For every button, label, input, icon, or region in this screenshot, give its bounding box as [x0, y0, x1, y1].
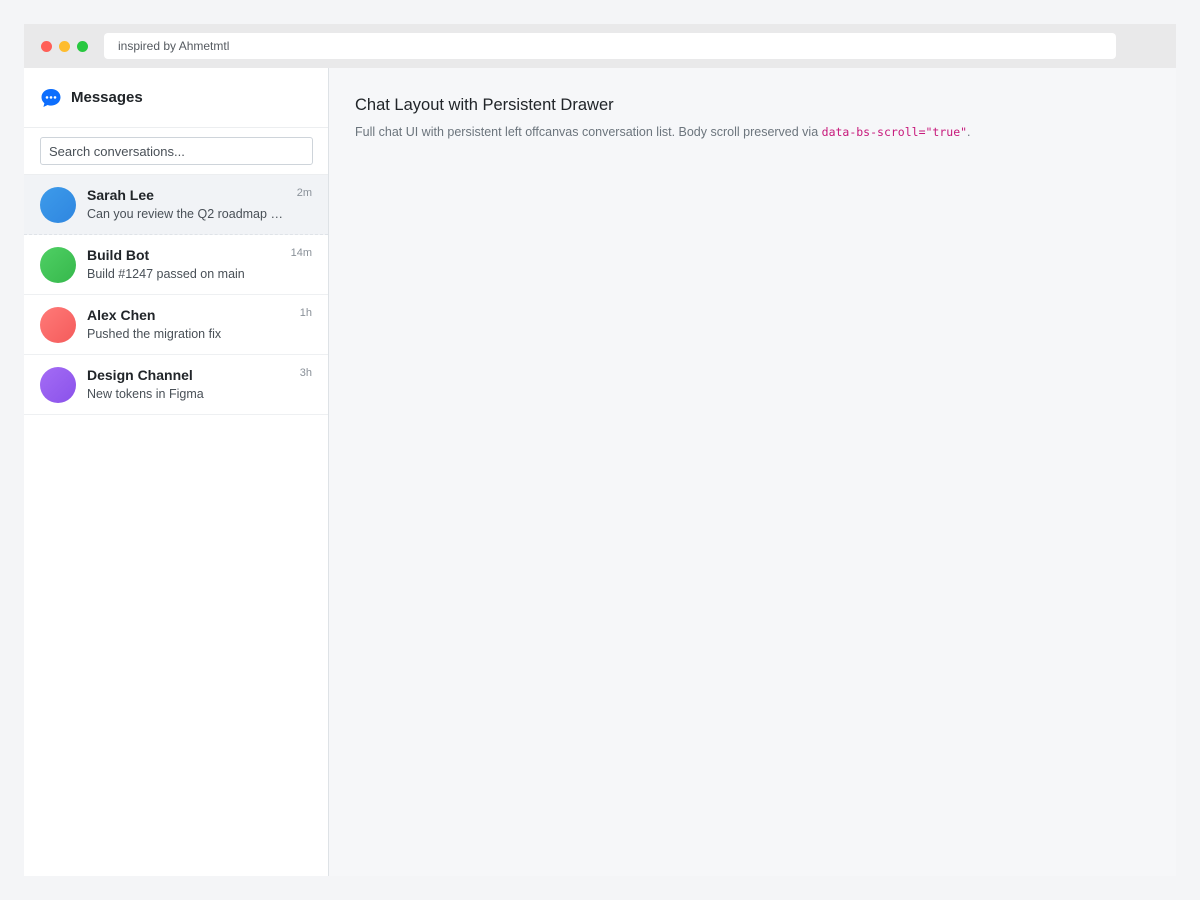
avatar — [40, 246, 76, 283]
conversation-name: Alex Chen — [87, 307, 156, 323]
search-input[interactable] — [40, 137, 313, 165]
conversation-timestamp: 1h — [299, 307, 312, 319]
description-text: Full chat UI with persistent left offcan… — [355, 125, 822, 139]
description-code: data-bs-scroll="true" — [821, 125, 968, 139]
main-content: Chat Layout with Persistent Drawer Full … — [329, 68, 1176, 876]
description-suffix: . — [967, 125, 971, 139]
chat-bubble-icon — [40, 87, 62, 109]
maximize-window-button[interactable] — [77, 40, 88, 52]
avatar — [40, 186, 76, 223]
conversation-item[interactable]: Build Bot Build #1247 passed on main 14m — [24, 235, 328, 295]
avatar — [40, 366, 76, 403]
conversation-text: Alex Chen Pushed the migration fix — [87, 306, 287, 343]
conversation-timestamp: 3h — [299, 367, 312, 379]
conversation-preview: Build #1247 passed on main — [87, 267, 245, 281]
conversation-drawer: Messages Sarah Lee Can you review the Q2 … — [24, 68, 329, 876]
drawer-header: Messages — [24, 68, 328, 128]
conversation-text: Build Bot Build #1247 passed on main — [87, 246, 287, 283]
conversation-name: Sarah Lee — [87, 187, 154, 203]
conversation-preview: Pushed the migration fix — [87, 327, 222, 341]
conversation-name: Build Bot — [87, 247, 150, 263]
conversation-item[interactable]: Design Channel New tokens in Figma 3h — [24, 355, 328, 415]
page-title: Chat Layout with Persistent Drawer — [355, 96, 614, 114]
avatar — [40, 306, 76, 343]
page-description: Full chat UI with persistent left offcan… — [355, 125, 1150, 139]
minimize-window-button[interactable] — [59, 40, 70, 52]
conversation-list: Sarah Lee Can you review the Q2 roadmap b… — [24, 175, 328, 415]
address-bar[interactable]: inspired by Ahmetmtl — [104, 33, 1116, 59]
conversation-item[interactable]: Sarah Lee Can you review the Q2 roadmap b… — [24, 175, 328, 235]
drawer-title: Messages — [71, 89, 143, 106]
conversation-preview: Can you review the Q2 roadmap b... — [87, 207, 287, 221]
browser-window: inspired by Ahmetmtl Messages Sarah Lee C… — [24, 24, 1176, 876]
search-container — [24, 128, 328, 175]
conversation-text: Design Channel New tokens in Figma — [87, 366, 287, 403]
conversation-preview: New tokens in Figma — [87, 387, 204, 401]
conversation-text: Sarah Lee Can you review the Q2 roadmap b… — [87, 186, 287, 223]
close-window-button[interactable] — [41, 40, 52, 52]
title-bar: inspired by Ahmetmtl — [24, 24, 1176, 68]
app-body: Messages Sarah Lee Can you review the Q2 … — [24, 68, 1176, 876]
conversation-item[interactable]: Alex Chen Pushed the migration fix 1h — [24, 295, 328, 355]
conversation-timestamp: 2m — [296, 187, 312, 199]
window-controls — [41, 40, 88, 52]
conversation-timestamp: 14m — [290, 247, 312, 259]
conversation-name: Design Channel — [87, 367, 193, 383]
